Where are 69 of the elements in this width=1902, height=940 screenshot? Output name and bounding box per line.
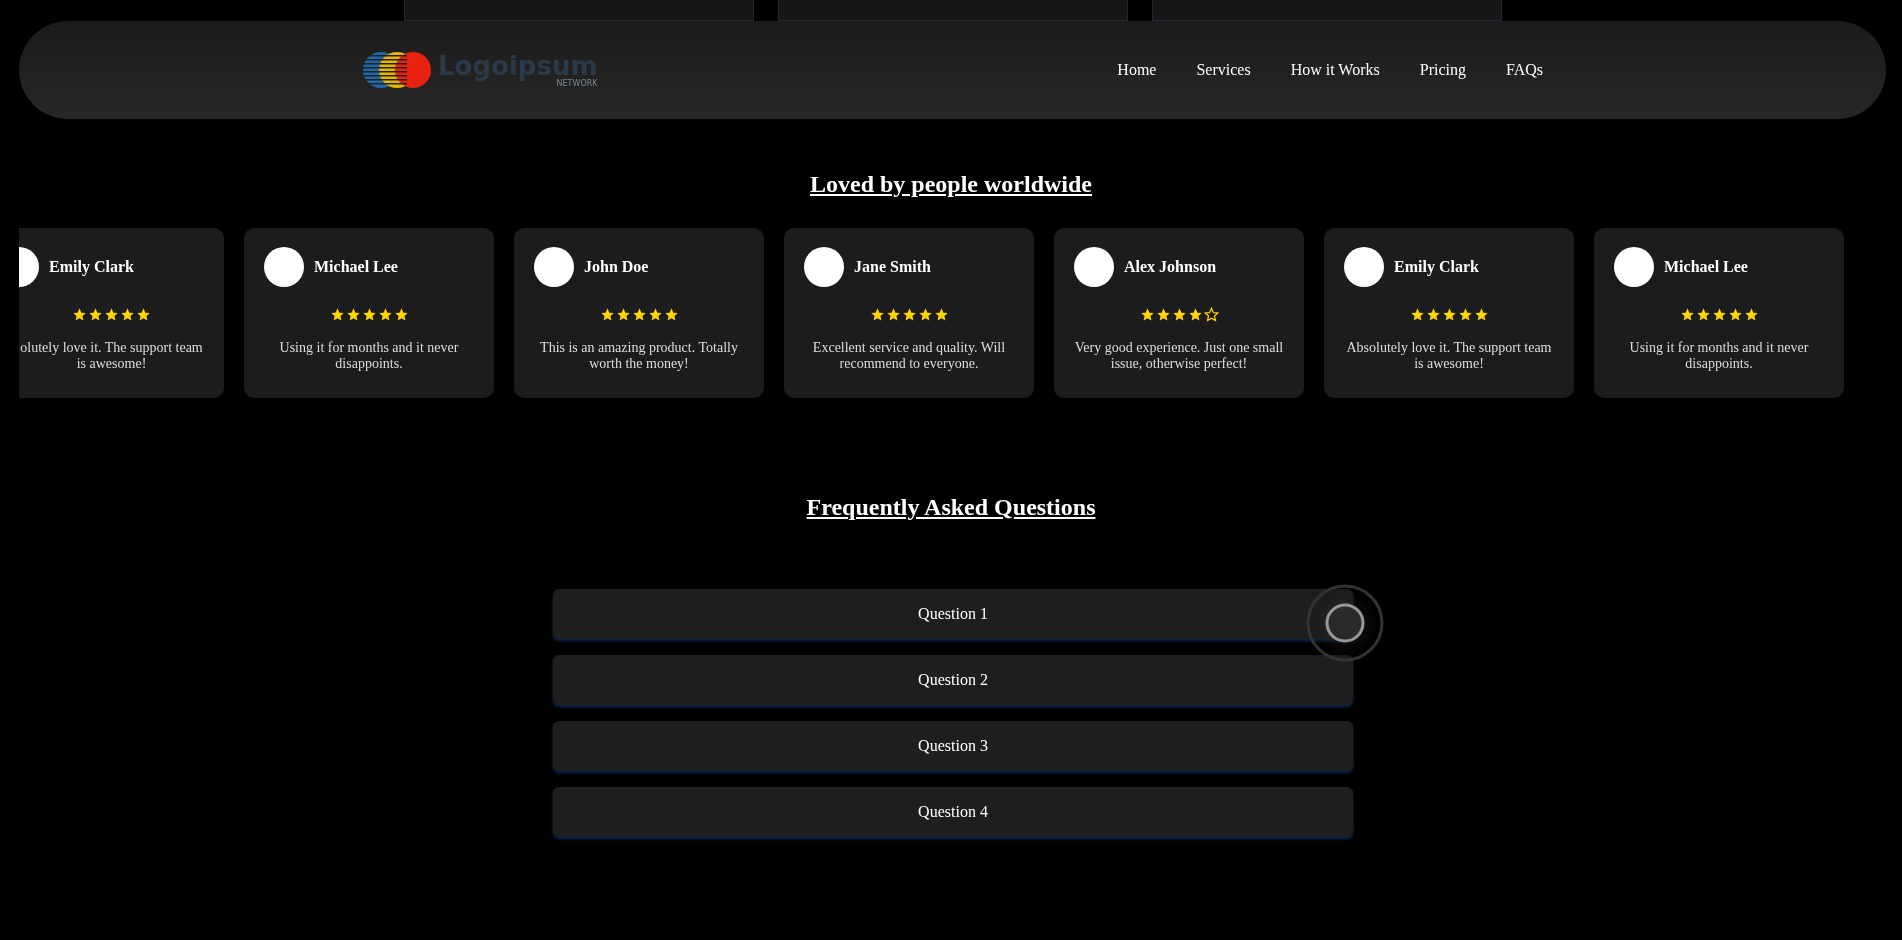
- reviewer-name: Emily Clark: [1394, 258, 1479, 276]
- star-icon: [1711, 307, 1727, 322]
- review-text: Using it for months and it never disappoints.: [278, 340, 460, 372]
- avatar-circle: [1614, 247, 1654, 287]
- logo-icon: [362, 51, 432, 89]
- star-icon: [933, 307, 949, 322]
- star-icon: [1457, 307, 1473, 322]
- nav-link[interactable]: Home: [1117, 61, 1157, 79]
- star-icon: [1171, 307, 1187, 322]
- review-text: This is an amazing product. Totally worth the money!: [539, 340, 739, 372]
- star-icon: [615, 307, 631, 322]
- nav-link[interactable]: How it Works: [1290, 61, 1380, 79]
- faq-question[interactable]: Question 4: [553, 787, 1353, 837]
- star-icon: [1139, 307, 1155, 322]
- reviewer-name: Jane Smith: [854, 258, 931, 276]
- section-title: Frequently Asked Questions: [805, 494, 1097, 521]
- star-icon: [917, 307, 933, 322]
- star-icon: [136, 307, 151, 322]
- star-icon: [869, 307, 885, 322]
- reviewer-name: Alex Johnson: [1124, 258, 1217, 276]
- nav-link[interactable]: Services: [1196, 61, 1251, 79]
- review-text: olutely love it. The support team is awesome!: [19, 340, 204, 372]
- nav-link[interactable]: Pricing: [1419, 61, 1466, 79]
- star-icon: [901, 307, 917, 322]
- reviewer-name: John Doe: [584, 258, 649, 276]
- faq-question[interactable]: Question 3: [553, 721, 1353, 771]
- star-icon: [361, 307, 377, 322]
- star-icon: [1187, 307, 1203, 322]
- star-icon: [1695, 307, 1711, 322]
- reviewer-name: Emily Clark: [49, 258, 134, 276]
- star-icon: [1743, 307, 1759, 322]
- section-title: Loved by people worldwide: [809, 171, 1093, 198]
- star-icon: [663, 307, 679, 322]
- star-icon: [393, 307, 409, 322]
- star-outline-icon: [1203, 307, 1219, 322]
- star-icon: [104, 307, 119, 322]
- star-icon: [329, 307, 345, 322]
- star-icon: [599, 307, 615, 322]
- star-icon: [1425, 307, 1441, 322]
- star-icon: [1679, 307, 1695, 322]
- avatar-circle: [264, 247, 304, 287]
- avatar-circle: [1344, 247, 1384, 287]
- star-icon: [631, 307, 647, 322]
- avatar-circle: [804, 247, 844, 287]
- star-icon: [72, 307, 87, 322]
- nav-link[interactable]: FAQs: [1505, 61, 1543, 79]
- star-icon: [88, 307, 103, 322]
- avatar-circle: [534, 247, 574, 287]
- review-text: Excellent service and quality. Will recommend to everyone.: [811, 340, 1007, 372]
- star-icon: [1155, 307, 1171, 322]
- reviewer-name: Michael Lee: [1664, 258, 1748, 276]
- avatar-circle: [1074, 247, 1114, 287]
- star-icon: [1727, 307, 1743, 322]
- star-icon: [1473, 307, 1489, 322]
- star-icon: [120, 307, 135, 322]
- star-icon: [885, 307, 901, 322]
- star-icon: [647, 307, 663, 322]
- star-icon: [377, 307, 393, 322]
- review-text: Using it for months and it never disappoints.: [1628, 340, 1810, 372]
- star-icon: [345, 307, 361, 322]
- cursor-ring-icon: [1305, 583, 1385, 663]
- star-icon: [1441, 307, 1457, 322]
- review-text: Absolutely love it. The support team is awesome!: [1345, 340, 1553, 372]
- logo-tagline: NETWORK: [556, 78, 598, 88]
- reviewer-name: Michael Lee: [314, 258, 398, 276]
- review-text: Very good experience. Just one small issue, otherwise perfect!: [1074, 340, 1284, 372]
- star-icon: [1409, 307, 1425, 322]
- faq-question[interactable]: Question 2: [553, 655, 1353, 705]
- logo-text: Logoipsum: [438, 52, 598, 79]
